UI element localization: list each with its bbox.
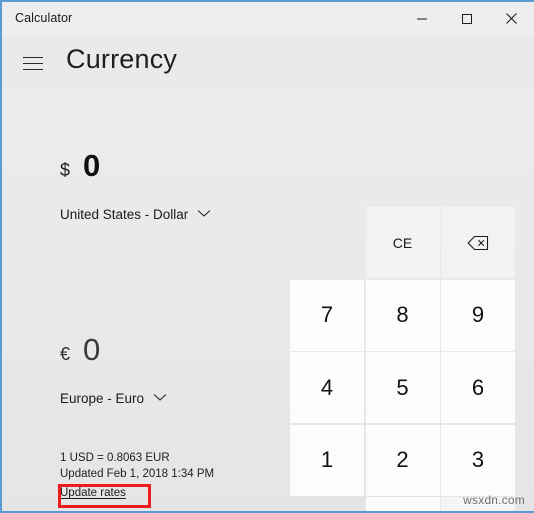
rate-info-block: 1 USD = 0.8063 EUR Updated Feb 1, 2018 1… [60, 450, 290, 501]
window-title: Calculator [15, 11, 73, 25]
to-currency-selector[interactable]: Europe - Euro [2, 388, 282, 408]
hamburger-line [23, 68, 43, 70]
minimize-icon [416, 13, 428, 25]
to-currency-label: Europe - Euro [60, 390, 145, 406]
hamburger-line [23, 56, 43, 58]
from-amount-value: 0 [83, 148, 101, 183]
minimize-button[interactable] [399, 2, 444, 35]
from-currency-symbol: $ [60, 160, 71, 180]
conversion-field-to[interactable]: € 0 Europe - Euro [2, 334, 282, 408]
digit-1-button[interactable]: 1 [290, 424, 364, 496]
rate-updated-text: Updated Feb 1, 2018 1:34 PM [60, 468, 215, 480]
keypad-spacer [290, 497, 364, 511]
clear-entry-button[interactable]: CE [365, 207, 440, 278]
from-currency-selector[interactable]: United States - Dollar [2, 204, 282, 224]
number-pad: CE 7 8 9 4 5 6 1 2 3 0 . [290, 207, 517, 511]
digit-0-button[interactable]: 0 [365, 497, 440, 511]
conversion-field-from[interactable]: $ 0 United States - Dollar [2, 150, 282, 224]
hamburger-menu-icon[interactable] [16, 48, 50, 78]
to-amount-row: € 0 [2, 334, 282, 374]
main-content: $ 0 United States - Dollar € 0 Europe - … [2, 92, 534, 511]
close-button[interactable] [489, 2, 534, 35]
digit-9-button[interactable]: 9 [441, 279, 515, 351]
from-amount-row: $ 0 [2, 150, 282, 190]
exchange-rate-text: 1 USD = 0.8063 EUR [60, 452, 170, 464]
backspace-button[interactable] [441, 207, 515, 278]
hamburger-line [23, 62, 43, 64]
digit-2-button[interactable]: 2 [365, 424, 440, 496]
calculator-window: Calculator Currency $ 0 United States - … [0, 0, 534, 513]
digit-8-button[interactable]: 8 [365, 279, 440, 351]
page-title: Currency [66, 44, 178, 74]
to-currency-symbol: € [60, 344, 71, 364]
close-icon [505, 12, 518, 25]
digit-5-button[interactable]: 5 [365, 352, 440, 423]
keypad-spacer [290, 207, 364, 278]
title-bar[interactable]: Calculator [2, 2, 534, 35]
caption-button-group [399, 2, 534, 35]
chevron-down-icon[interactable] [153, 389, 167, 407]
digit-7-button[interactable]: 7 [290, 279, 364, 351]
app-header: Currency [2, 35, 534, 92]
to-amount-value: 0 [83, 332, 101, 367]
watermark: wsxdn.com [463, 493, 525, 507]
maximize-icon [461, 13, 473, 25]
backspace-icon [467, 235, 489, 251]
update-rates-link[interactable]: Update rates [60, 487, 126, 499]
chevron-down-icon[interactable] [197, 205, 211, 223]
update-rates-link-wrapper: Update rates [60, 483, 126, 501]
digit-3-button[interactable]: 3 [441, 424, 515, 496]
digit-4-button[interactable]: 4 [290, 352, 364, 423]
from-currency-label: United States - Dollar [60, 206, 189, 222]
digit-6-button[interactable]: 6 [441, 352, 515, 423]
maximize-button[interactable] [444, 2, 489, 35]
